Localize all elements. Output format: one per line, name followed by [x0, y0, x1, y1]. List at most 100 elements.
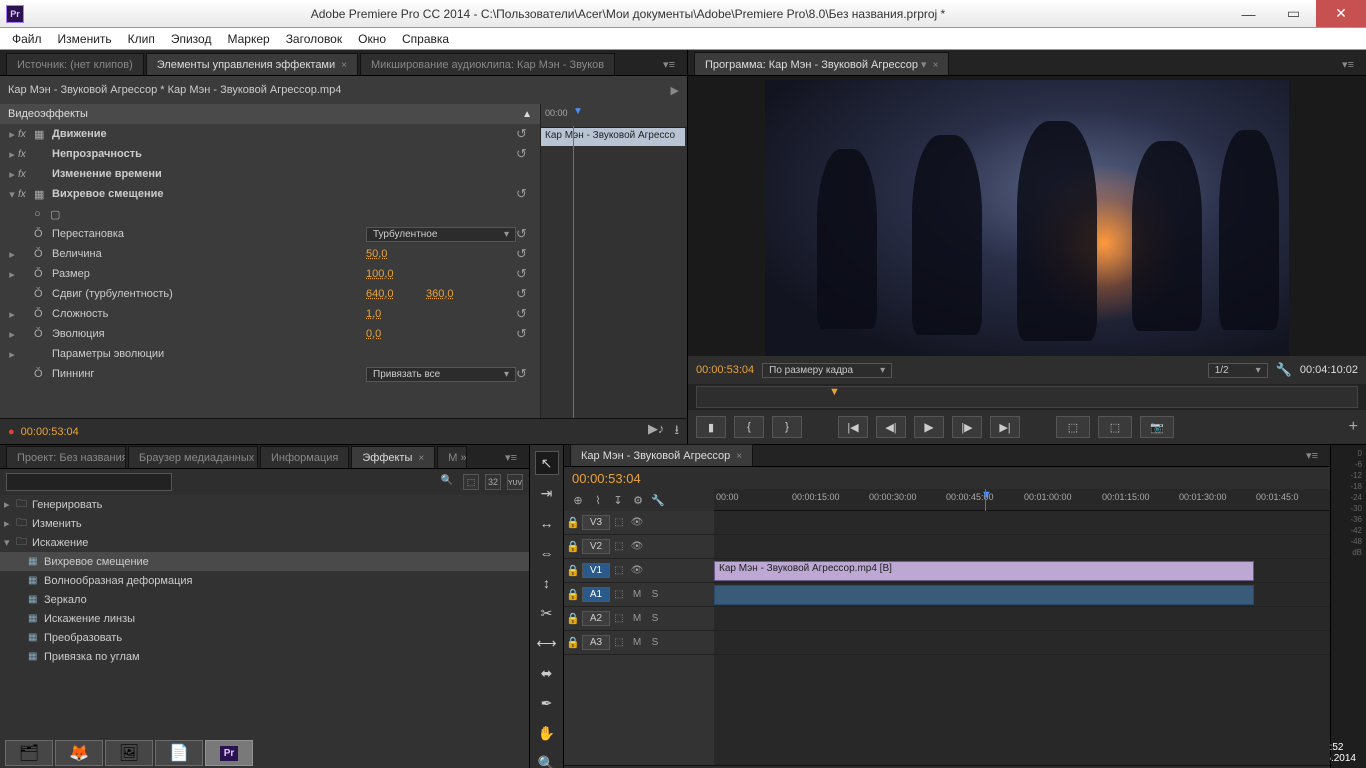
step-forward-button[interactable]: |▶ — [952, 416, 982, 438]
close-icon[interactable]: × — [933, 60, 939, 71]
effect-item-turbulent[interactable]: Вихревое смещение — [44, 556, 149, 568]
prop-complexity[interactable]: ▸ŎСложность1,0↺ — [0, 304, 540, 324]
video-effects-section[interactable]: Видеоэффекты ▲ — [0, 104, 540, 124]
rolling-tool[interactable]: ⇔ — [535, 541, 559, 565]
effect-item-lens[interactable]: Искажение линзы — [44, 613, 135, 625]
lane-v1[interactable]: Кар Мэн - Звуковой Агрессор.mp4 [B] — [714, 559, 1330, 583]
effect-timeline[interactable]: 00:00▼ Кар Мэн - Звуковой Агрессо — [540, 104, 687, 418]
panel-menu-icon[interactable]: ▾≡ — [1302, 445, 1322, 466]
prop-amount[interactable]: ▸ŎВеличина50,0↺ — [0, 244, 540, 264]
prop-offset[interactable]: ŎСдвиг (турбулентность)640,0360,0↺ — [0, 284, 540, 304]
amount-value[interactable]: 50,0 — [366, 248, 426, 260]
menu-title[interactable]: Заголовок — [278, 30, 350, 48]
menu-sequence[interactable]: Эпизод — [163, 30, 220, 48]
tab-program[interactable]: Программа: Кар Мэн - Звуковой Агрессор ▾… — [694, 52, 949, 75]
mark-clip-button[interactable]: } — [772, 416, 802, 438]
filter-32-icon[interactable]: 32 — [485, 474, 501, 490]
program-scrubber[interactable]: ▼ — [696, 386, 1358, 408]
video-preview[interactable] — [765, 80, 1289, 356]
slip-tool[interactable]: ⟷ — [535, 631, 559, 655]
go-to-out-button[interactable]: ▶| — [990, 416, 1020, 438]
tab-effect-controls[interactable]: Элементы управления эффектами× — [146, 53, 358, 75]
offset-y-value[interactable]: 360,0 — [426, 288, 486, 300]
effect-timecode[interactable]: 00:00:53:04 — [21, 426, 79, 438]
link-icon[interactable]: ⌇ — [590, 492, 606, 508]
pen-tool[interactable]: ✒ — [535, 691, 559, 715]
lane-a2[interactable] — [714, 607, 1330, 631]
prop-size[interactable]: ▸ŎРазмер100,0↺ — [0, 264, 540, 284]
effect-motion[interactable]: ▸fx▦Движение↺ — [0, 124, 540, 144]
tab-source[interactable]: Источник: (нет клипов) — [6, 53, 144, 75]
wrench-icon[interactable]: 🔧 — [650, 492, 666, 508]
playhead-icon[interactable]: ▼ — [981, 489, 992, 501]
track-a3-header[interactable]: 🔒A3⬚MS — [564, 631, 714, 655]
track-v3-header[interactable]: 🔒V3⬚👁 — [564, 511, 714, 535]
track-v1-header[interactable]: 🔒V1⬚👁 — [564, 559, 714, 583]
size-value[interactable]: 100,0 — [366, 268, 426, 280]
menu-file[interactable]: Файл — [4, 30, 50, 48]
effect-time-remap[interactable]: ▸fxИзменение времени — [0, 164, 540, 184]
taskbar-app2[interactable]: 📄 — [155, 740, 203, 766]
folder-change[interactable]: Изменить — [32, 518, 82, 530]
close-icon[interactable]: × — [418, 453, 424, 464]
fit-dropdown[interactable]: По размеру кадра — [762, 363, 892, 378]
close-button[interactable]: ✕ — [1316, 0, 1366, 27]
razor-tool[interactable]: ✂ — [535, 601, 559, 625]
minimize-button[interactable]: — — [1226, 0, 1271, 27]
playhead-icon[interactable]: ▼ — [829, 386, 840, 398]
audio-clip[interactable] — [714, 585, 1254, 605]
ripple-tool[interactable]: ↔ — [535, 511, 559, 535]
effects-search-input[interactable] — [6, 473, 172, 491]
taskbar-firefox[interactable]: 🦊 — [55, 740, 103, 766]
reset-icon[interactable]: ↺ — [516, 306, 534, 322]
chevron-right-icon[interactable]: ▶ — [671, 84, 679, 97]
effect-item-mirror[interactable]: Зеркало — [44, 594, 87, 606]
tab-media-browser[interactable]: Браузер медиаданных — [128, 446, 258, 468]
displacement-dropdown[interactable]: Турбулентное — [366, 227, 516, 242]
effect-masks[interactable]: ○▢ — [0, 204, 540, 224]
reset-icon[interactable]: ↺ — [516, 126, 534, 142]
settings-icon[interactable]: 🔧 — [1276, 362, 1292, 378]
timeline-ruler[interactable]: 00:00 00:00:15:00 00:00:30:00 00:00:45:0… — [714, 489, 1330, 511]
panel-menu-icon[interactable]: ▾≡ — [501, 447, 521, 468]
prop-evolution-options[interactable]: ▸Параметры эволюции — [0, 344, 540, 364]
lane-v2[interactable] — [714, 535, 1330, 559]
track-select-tool[interactable]: ⇥ — [535, 481, 559, 505]
folder-generate[interactable]: Генерировать — [32, 499, 102, 511]
reset-icon[interactable]: ↺ — [516, 186, 534, 202]
effects-tree[interactable]: ▸🗀Генерировать ▸🗀Изменить ▾🗀Искажение ▦В… — [0, 495, 529, 768]
prop-displacement[interactable]: ŎПерестановкаТурбулентное↺ — [0, 224, 540, 244]
menu-window[interactable]: Окно — [350, 30, 394, 48]
tab-sequence[interactable]: Кар Мэн - Звуковой Агрессор× — [570, 444, 753, 466]
slide-tool[interactable]: ⬌ — [535, 661, 559, 685]
prop-pinning[interactable]: ŎПиннингПривязать все↺ — [0, 364, 540, 384]
add-button[interactable]: + — [1349, 418, 1358, 436]
evolution-value[interactable]: 0,0 — [366, 328, 426, 340]
timeline-timecode[interactable]: 00:00:53:04 — [572, 471, 641, 486]
pinning-dropdown[interactable]: Привязать все — [366, 367, 516, 382]
menu-edit[interactable]: Изменить — [50, 30, 120, 48]
tab-project[interactable]: Проект: Без названия — [6, 446, 126, 468]
resolution-dropdown[interactable]: 1/2 — [1208, 363, 1268, 378]
taskbar-premiere[interactable]: Pr — [205, 740, 253, 766]
filter-yuv-icon[interactable]: ʏᴜᴠ — [507, 474, 523, 490]
selection-tool[interactable]: ↖ — [535, 451, 559, 475]
mark-out-button[interactable]: { — [734, 416, 764, 438]
lane-a3[interactable] — [714, 631, 1330, 655]
hand-tool[interactable]: ✋ — [535, 721, 559, 745]
reset-icon[interactable]: ↺ — [516, 246, 534, 262]
reset-icon[interactable]: ↺ — [516, 146, 534, 162]
playhead-icon[interactable]: ▼ — [573, 106, 583, 117]
offset-x-value[interactable]: 640,0 — [366, 288, 426, 300]
reset-icon[interactable]: ↺ — [516, 226, 534, 242]
close-icon[interactable]: × — [736, 451, 742, 462]
maximize-button[interactable]: ▭ — [1271, 0, 1316, 27]
track-v2-header[interactable]: 🔒V2⬚👁 — [564, 535, 714, 559]
tab-effects[interactable]: Эффекты× — [351, 446, 435, 468]
effect-turbulent-displace[interactable]: ▾fx▦Вихревое смещение↺ — [0, 184, 540, 204]
export-frame-button[interactable]: 📷 — [1140, 416, 1174, 438]
reset-icon[interactable]: ↺ — [516, 286, 534, 302]
playhead-line[interactable] — [573, 126, 574, 418]
reset-icon[interactable]: ↺ — [516, 366, 534, 382]
effect-item-wave[interactable]: Волнообразная деформация — [44, 575, 193, 587]
